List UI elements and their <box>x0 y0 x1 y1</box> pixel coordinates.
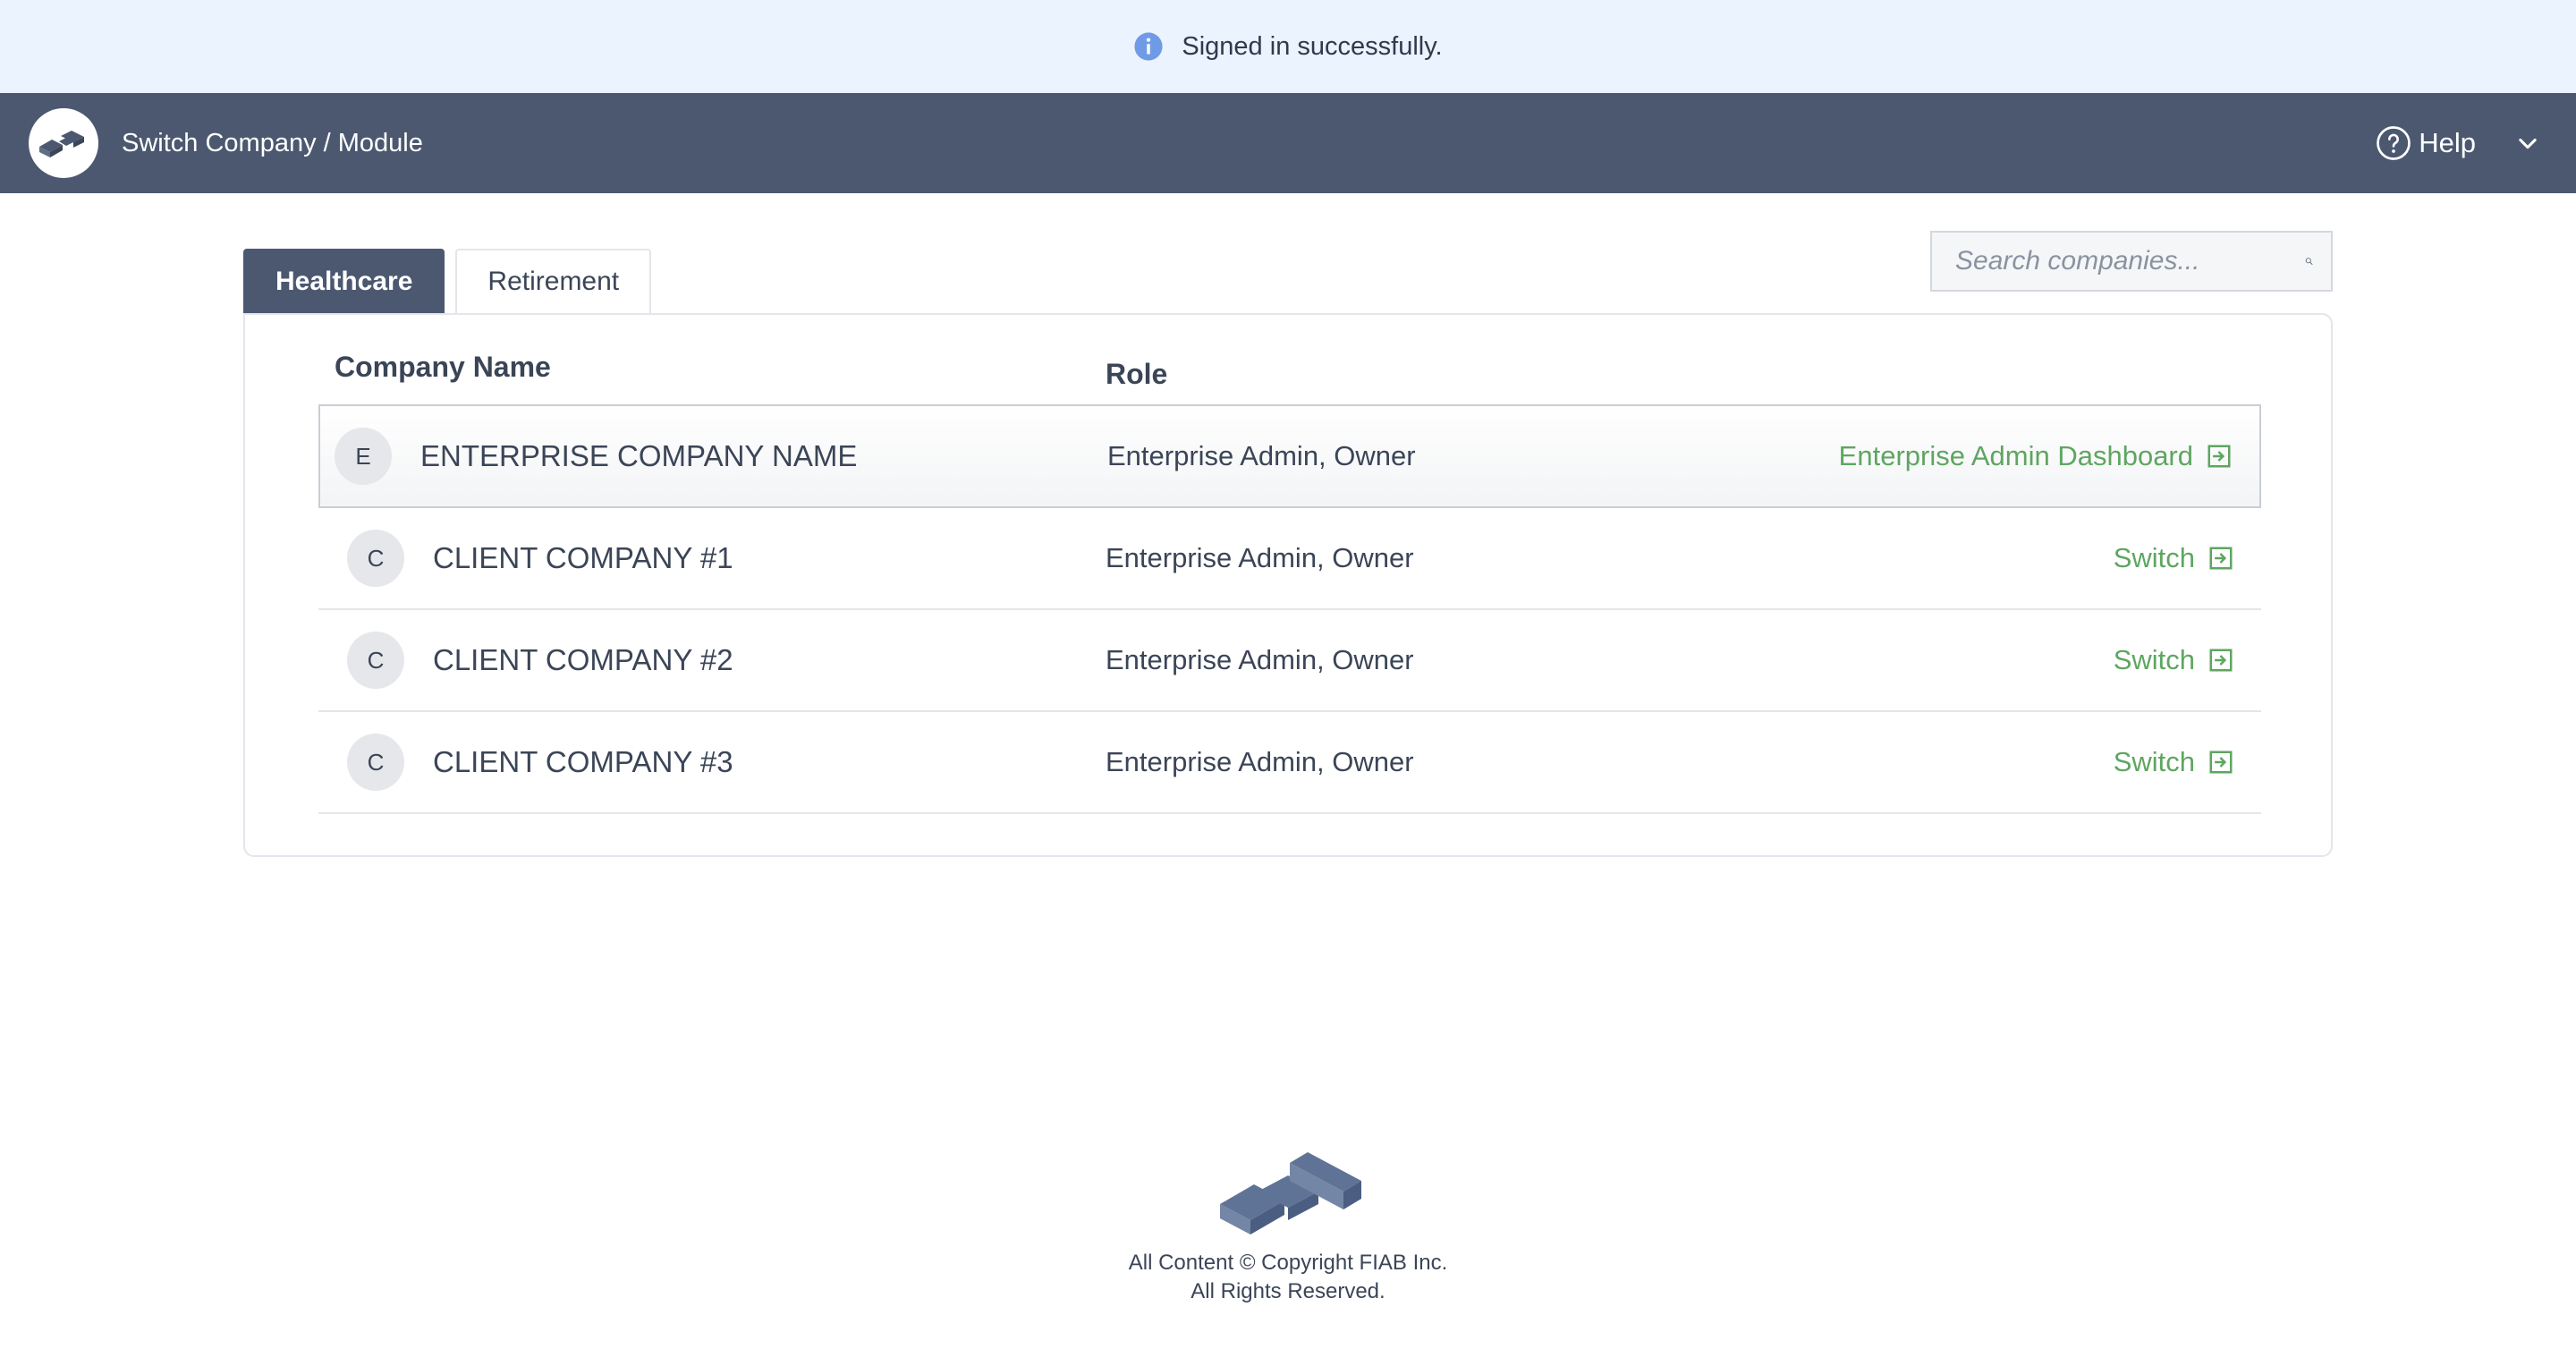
enterprise-dashboard-link[interactable]: Enterprise Admin Dashboard <box>1839 440 2233 472</box>
company-role: Enterprise Admin, Owner <box>1106 644 1414 675</box>
rights-line: All Rights Reserved. <box>1191 1279 1385 1303</box>
avatar: C <box>347 632 404 689</box>
table-row-enterprise: E ENTERPRISE COMPANY NAME Enterprise Adm… <box>318 404 2261 508</box>
column-header-company: Company Name <box>335 351 551 383</box>
switch-button[interactable]: Switch <box>2114 746 2234 778</box>
action-label: Enterprise Admin Dashboard <box>1838 440 2193 471</box>
brand-logo-icon <box>39 131 84 157</box>
avatar: E <box>335 428 392 485</box>
question-circle-icon[interactable] <box>2376 125 2411 161</box>
switch-button[interactable]: Switch <box>2114 644 2234 676</box>
avatar: C <box>347 530 404 587</box>
column-header-role: Role <box>1106 358 1168 390</box>
action-label: Switch <box>2113 644 2195 675</box>
brand-logo-icon <box>1220 1152 1361 1234</box>
company-name: CLIENT COMPANY #2 <box>433 643 733 676</box>
avatar: C <box>347 734 404 791</box>
arrow-right-square-icon <box>2209 649 2233 672</box>
tab-retirement[interactable]: Retirement <box>455 249 652 313</box>
company-name: CLIENT COMPANY #3 <box>433 745 733 778</box>
action-label: Switch <box>2113 542 2195 573</box>
page-footer: All Content © Copyright FIAB Inc. All Ri… <box>0 1149 2576 1306</box>
company-role: Enterprise Admin, Owner <box>1106 542 1414 573</box>
company-table: Company Name Role E ENTERPRISE COMPANY N… <box>243 313 2333 857</box>
arrow-right-square-icon <box>2209 547 2233 570</box>
help-link[interactable]: Help <box>2419 127 2476 159</box>
search-input[interactable] <box>1932 233 2305 290</box>
arrow-right-square-icon <box>2209 751 2233 774</box>
search-icon[interactable] <box>2305 245 2313 277</box>
info-icon <box>1134 32 1163 61</box>
company-role: Enterprise Admin, Owner <box>1106 746 1414 777</box>
flash-message: Signed in successfully. <box>1182 31 1443 61</box>
tab-healthcare[interactable]: Healthcare <box>243 249 445 313</box>
module-tabs: Healthcare Retirement <box>243 249 662 313</box>
switch-button[interactable]: Switch <box>2114 542 2234 574</box>
brand-logo[interactable] <box>29 108 98 178</box>
arrow-right-square-icon <box>2207 445 2231 468</box>
action-label: Switch <box>2113 746 2195 777</box>
page-title: Switch Company / Module <box>122 128 423 157</box>
company-name: CLIENT COMPANY #1 <box>433 541 733 574</box>
top-nav-bar: Switch Company / Module Help <box>0 93 2576 193</box>
table-row: C CLIENT COMPANY #2 Enterprise Admin, Ow… <box>318 610 2261 712</box>
company-search <box>1930 231 2333 292</box>
copyright-line: All Content © Copyright FIAB Inc. <box>1128 1251 1448 1275</box>
table-row: C CLIENT COMPANY #3 Enterprise Admin, Ow… <box>318 712 2261 814</box>
flash-banner: Signed in successfully. <box>0 0 2576 93</box>
company-name: ENTERPRISE COMPANY NAME <box>420 439 858 472</box>
company-role: Enterprise Admin, Owner <box>1107 440 1416 471</box>
table-row: C CLIENT COMPANY #1 Enterprise Admin, Ow… <box>318 508 2261 610</box>
help-area: Help <box>2376 93 2540 193</box>
chevron-down-icon[interactable] <box>2515 131 2540 156</box>
